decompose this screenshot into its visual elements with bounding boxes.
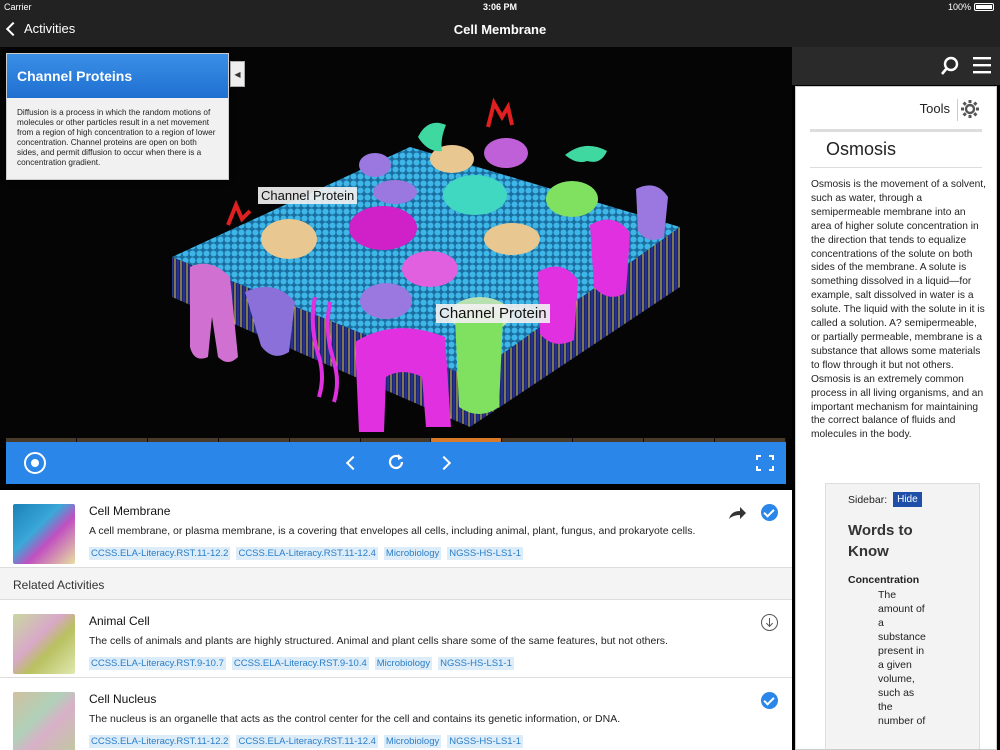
glossary-definition: The amount of a substance present in a g…: [878, 589, 926, 727]
battery-percent: 100%: [947, 2, 971, 12]
standard-tag[interactable]: NGSS-HS-LS1-1: [447, 735, 524, 748]
fullscreen-icon[interactable]: [756, 455, 774, 471]
reading-panel: Tools Osmosis Osmosis is the movement of…: [795, 86, 997, 750]
protein: [360, 283, 412, 319]
carbohydrate-chain: [226, 199, 252, 226]
channel-protein: [590, 219, 630, 297]
protein: [636, 185, 668, 240]
completed-check-icon: [761, 504, 778, 521]
activity-thumbnail: [13, 614, 75, 674]
protein: [484, 138, 528, 168]
page-title: Cell Membrane: [453, 22, 547, 37]
right-panel-toolbar: [792, 47, 1000, 85]
activity-thumbnail: [13, 692, 75, 750]
carbohydrate-chain: [486, 97, 514, 128]
divider: [957, 99, 958, 121]
gear-icon[interactable]: [960, 99, 980, 119]
list-item[interactable]: Animal Cell The cells of animals and pla…: [0, 600, 792, 678]
status-time: 3:06 PM: [482, 2, 517, 12]
protein: [261, 219, 317, 259]
collapse-panel-button[interactable]: ◀: [230, 61, 245, 87]
divider: [810, 129, 982, 132]
info-panel-title: Channel Proteins: [7, 54, 228, 98]
protein: [359, 153, 391, 177]
info-panel-text: Diffusion is a process in which the rand…: [17, 108, 216, 167]
share-icon[interactable]: [727, 505, 747, 521]
info-panel: Channel Proteins Diffusion is a process …: [6, 53, 229, 180]
model-label[interactable]: Channel Protein: [436, 304, 550, 323]
reload-icon[interactable]: [386, 452, 406, 472]
activity-thumbnail: [13, 504, 75, 564]
tools-button[interactable]: Tools: [920, 101, 950, 116]
sidebar-toggle-row: Sidebar: Hide: [848, 492, 922, 507]
protein: [546, 181, 598, 217]
triangle-left-icon: ◀: [234, 69, 241, 79]
standard-tag[interactable]: Microbiology: [383, 735, 442, 748]
standard-tag[interactable]: Microbiology: [383, 547, 442, 560]
next-icon[interactable]: [438, 454, 454, 472]
activity-title: Animal Cell: [89, 614, 150, 628]
channel-protein: [455, 308, 503, 414]
standard-tag[interactable]: CCSS.ELA-Literacy.RST.11-12.2: [89, 735, 231, 748]
activity-tags: CCSS.ELA-Literacy.RST.9-10.7 CCSS.ELA-Li…: [89, 657, 514, 670]
sidebar-box: Sidebar: Hide Words to Know Concentratio…: [825, 483, 980, 749]
previous-icon[interactable]: [342, 454, 358, 472]
standard-tag[interactable]: CCSS.ELA-Literacy.RST.11-12.4: [236, 735, 378, 748]
words-to-know-title: Words to Know: [848, 522, 913, 560]
activity-description: A cell membrane, or plasma membrane, is …: [89, 525, 696, 537]
protein: [349, 206, 417, 250]
activity-title: Cell Membrane: [89, 504, 171, 518]
protein: [402, 251, 458, 287]
divider: [810, 167, 982, 168]
menu-icon[interactable]: [973, 56, 991, 74]
glossary-term: Concentration: [848, 574, 920, 586]
activity-description: The cells of animals and plants are high…: [89, 635, 668, 647]
battery-indicator: 100%: [948, 2, 994, 12]
list-item[interactable]: Cell Nucleus The nucleus is an organelle…: [0, 678, 792, 750]
standard-tag[interactable]: CCSS.ELA-Literacy.RST.9-10.7: [89, 657, 226, 670]
protein: [484, 223, 540, 255]
activity-description: The nucleus is an organelle that acts as…: [89, 713, 621, 725]
activity-tags: CCSS.ELA-Literacy.RST.11-12.2 CCSS.ELA-L…: [89, 547, 524, 560]
article-body: Osmosis is the movement of a solvent, su…: [811, 179, 986, 441]
standard-tag[interactable]: CCSS.ELA-Literacy.RST.11-12.2: [89, 547, 231, 560]
standard-tag[interactable]: NGSS-HS-LS1-1: [447, 547, 524, 560]
target-icon[interactable]: [24, 452, 46, 474]
standard-tag[interactable]: CCSS.ELA-Literacy.RST.11-12.4: [236, 547, 378, 560]
completed-check-icon: [761, 692, 778, 709]
sidebar-label: Sidebar:: [848, 493, 888, 506]
model-label[interactable]: Channel Protein: [258, 187, 358, 204]
status-bar: Carrier 3:06 PM 100%: [0, 0, 1000, 14]
activity-list: Cell Membrane A cell membrane, or plasma…: [0, 490, 792, 750]
battery-icon: [974, 3, 994, 11]
article-title: Osmosis: [826, 139, 897, 159]
standard-tag[interactable]: NGSS-HS-LS1-1: [438, 657, 514, 670]
related-activities-heading: Related Activities: [0, 568, 792, 600]
standard-tag[interactable]: Microbiology: [374, 657, 433, 670]
model-viewer[interactable]: Channel Proteins Diffusion is a process …: [0, 47, 792, 439]
current-activity[interactable]: Cell Membrane A cell membrane, or plasma…: [0, 490, 792, 568]
standard-tag[interactable]: CCSS.ELA-Literacy.RST.9-10.4: [231, 657, 369, 670]
hide-button[interactable]: Hide: [893, 492, 922, 507]
protein: [565, 145, 607, 163]
protein: [373, 180, 417, 204]
tools-row: Tools: [796, 99, 996, 121]
download-icon[interactable]: [761, 614, 778, 631]
viewer-controls: [6, 442, 786, 484]
protein: [443, 175, 507, 215]
search-icon[interactable]: [940, 56, 960, 76]
activity-title: Cell Nucleus: [89, 692, 157, 706]
activity-tags: CCSS.ELA-Literacy.RST.11-12.2 CCSS.ELA-L…: [89, 735, 524, 748]
nav-bar: Activities Cell Membrane: [0, 14, 1000, 47]
